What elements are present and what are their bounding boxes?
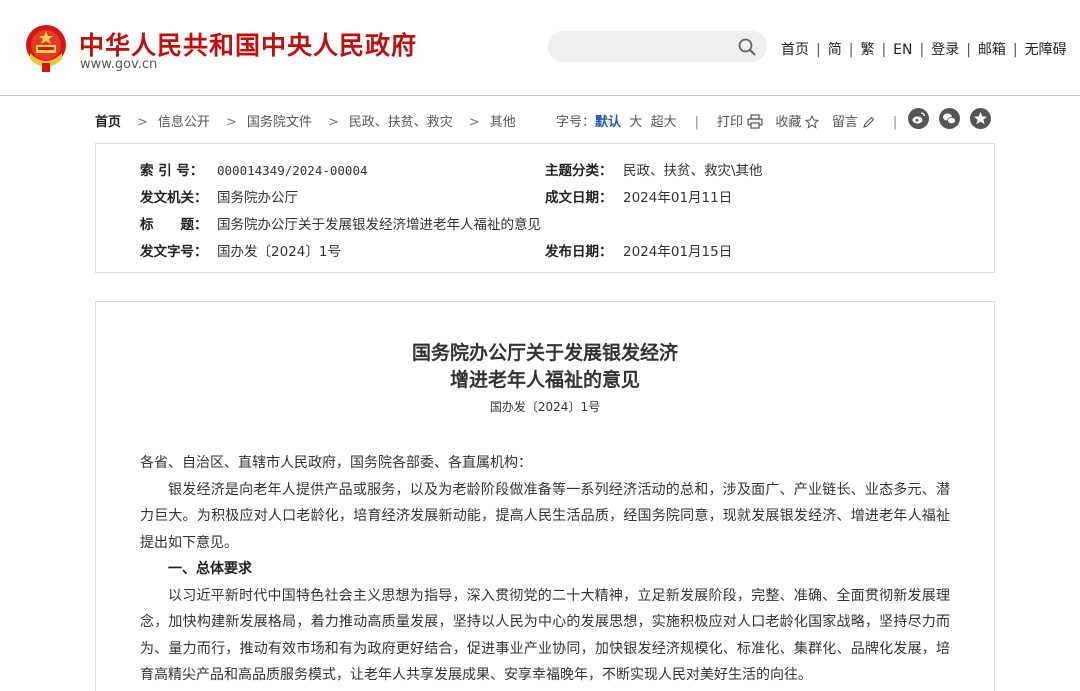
breadcrumb-other[interactable]: 其他 bbox=[490, 115, 516, 130]
document-title-line1: 国务院办公厅关于发展银发经济 bbox=[411, 342, 678, 364]
section-heading: 一、总体要求 bbox=[168, 561, 252, 577]
font-size-label: 字号： bbox=[556, 115, 596, 130]
font-size-default[interactable]: 默认 bbox=[595, 115, 621, 130]
nav-separator: | bbox=[881, 42, 887, 58]
print-label: 打印 bbox=[716, 115, 743, 130]
document-title: 国务院办公厅关于发展银发经济 增进老年人福祉的意见 bbox=[96, 340, 994, 394]
breadcrumb-home[interactable]: 首页 bbox=[95, 115, 121, 130]
title-label: 标 题： bbox=[140, 217, 208, 233]
favorite-label: 收藏 bbox=[775, 115, 802, 130]
document-info-panel: 索 引 号： 000014349/2024-00004 主题分类： 民政、扶贫、救灾… bbox=[95, 143, 995, 273]
info-row-published: 发布日期： 2024年01月15日 bbox=[545, 240, 732, 260]
document-title-line2: 增进老年人福祉的意见 bbox=[449, 369, 640, 391]
theme-value: 民政、扶贫、救灾\其他 bbox=[623, 163, 763, 179]
pencil-icon bbox=[862, 116, 875, 128]
font-size-xlarge[interactable]: 超大 bbox=[651, 115, 677, 130]
paragraph: 以习近平新时代中国特色社会主义思想为指导，深入贯彻党的二十大精神，立足新发展阶段… bbox=[140, 587, 950, 684]
tools-divider: | bbox=[694, 115, 699, 130]
info-row-docno: 发文字号： 国办发〔2024〕1号 bbox=[140, 240, 341, 260]
nav-separator: | bbox=[919, 42, 925, 58]
favorite-button[interactable]: 收藏 bbox=[775, 115, 820, 130]
breadcrumb: 首页 > 信息公开 > 国务院文件 > 民政、扶贫、救灾 > 其他 bbox=[95, 111, 516, 130]
breadcrumb-separator: > bbox=[137, 115, 148, 130]
search-icon[interactable] bbox=[738, 38, 756, 56]
breadcrumb-state-council-docs[interactable]: 国务院文件 bbox=[247, 115, 312, 130]
page-tools: 字号：默认 大 超大 | 打印 收藏 留言 | bbox=[556, 111, 915, 130]
font-size-large[interactable]: 大 bbox=[629, 115, 642, 130]
breadcrumb-separator: > bbox=[468, 115, 480, 130]
docno-value: 国办发〔2024〕1号 bbox=[217, 244, 341, 260]
document-body: 各省、自治区、直辖市人民政府，国务院各部委、各直属机构： 银发经济是向老年人提供… bbox=[140, 450, 950, 689]
created-label: 成文日期： bbox=[545, 190, 613, 206]
nav-separator: | bbox=[1012, 42, 1018, 58]
nav-simplified[interactable]: 简 bbox=[828, 42, 842, 58]
breadcrumb-bar: 首页 > 信息公开 > 国务院文件 > 民政、扶贫、救灾 > 其他 字号：默认 大 超大 | 打印 … bbox=[95, 108, 995, 130]
breadcrumb-separator: > bbox=[225, 115, 237, 130]
national-emblem-icon[interactable] bbox=[24, 23, 68, 73]
nav-separator: | bbox=[816, 42, 821, 58]
created-value: 2024年01月11日 bbox=[623, 190, 733, 206]
docno-label: 发文字号： bbox=[140, 244, 208, 260]
breadcrumb-separator: > bbox=[327, 115, 339, 130]
breadcrumb-civil-affairs[interactable]: 民政、扶贫、救灾 bbox=[349, 115, 453, 130]
nav-home[interactable]: 首页 bbox=[781, 42, 809, 58]
comment-label: 留言 bbox=[831, 115, 858, 130]
nav-separator: | bbox=[848, 42, 854, 58]
weibo-icon[interactable] bbox=[908, 108, 929, 129]
breadcrumb-info-public[interactable]: 信息公开 bbox=[158, 115, 210, 130]
site-url[interactable]: www.gov.cn bbox=[80, 57, 157, 72]
top-nav: 首页 | 简 | 繁 | EN | 登录 | 邮箱 | 无障碍 bbox=[781, 39, 1067, 59]
info-row-title: 标 题： 国务院办公厅关于发展银发经济增进老年人福祉的意见 bbox=[140, 213, 541, 233]
published-label: 发布日期： bbox=[545, 244, 613, 260]
star-badge-icon[interactable] bbox=[970, 108, 991, 129]
document-number: 国办发〔2024〕1号 bbox=[489, 400, 601, 414]
info-row-issuer: 发文机关： 国务院办公厅 bbox=[140, 186, 298, 206]
salutation: 各省、自治区、直辖市人民政府，国务院各部委、各直属机构： bbox=[140, 455, 532, 471]
index-label: 索 引 号： bbox=[140, 163, 204, 179]
title-value: 国务院办公厅关于发展银发经济增进老年人福祉的意见 bbox=[217, 217, 541, 233]
nav-english[interactable]: EN bbox=[893, 42, 912, 58]
info-row-created: 成文日期： 2024年01月11日 bbox=[545, 186, 732, 206]
star-icon bbox=[805, 115, 820, 129]
wechat-icon[interactable] bbox=[939, 108, 960, 129]
index-value: 000014349/2024-00004 bbox=[217, 163, 368, 178]
social-share bbox=[908, 108, 1001, 129]
info-row-index: 索 引 号： 000014349/2024-00004 bbox=[140, 159, 368, 179]
tools-divider: | bbox=[892, 115, 898, 130]
nav-login[interactable]: 登录 bbox=[931, 42, 959, 58]
print-button[interactable]: 打印 bbox=[716, 114, 763, 130]
published-value: 2024年01月15日 bbox=[623, 244, 733, 260]
search-box[interactable] bbox=[548, 31, 767, 62]
comment-button[interactable]: 留言 bbox=[832, 115, 875, 130]
info-row-theme: 主题分类： 民政、扶贫、救灾\其他 bbox=[545, 159, 763, 179]
nav-accessibility[interactable]: 无障碍 bbox=[1025, 42, 1067, 58]
nav-separator: | bbox=[966, 42, 971, 58]
document-content: 国务院办公厅关于发展银发经济 增进老年人福祉的意见 国办发〔2024〕1号 各省… bbox=[95, 301, 995, 691]
issuer-label: 发文机关： bbox=[140, 190, 208, 206]
issuer-value: 国务院办公厅 bbox=[217, 190, 298, 206]
nav-traditional[interactable]: 繁 bbox=[860, 42, 874, 58]
site-header: 中华人民共和国中央人民政府 www.gov.cn 首页 | 简 | 繁 | EN | 登录 | 邮箱… bbox=[0, 0, 1080, 96]
nav-mail[interactable]: 邮箱 bbox=[978, 42, 1006, 58]
paragraph: 银发经济是向老年人提供产品或服务，以及为老龄阶段做准备等一系列经济活动的总和，涉… bbox=[140, 481, 950, 551]
printer-icon bbox=[747, 114, 763, 129]
search-input[interactable] bbox=[562, 36, 732, 57]
theme-label: 主题分类： bbox=[545, 163, 613, 179]
